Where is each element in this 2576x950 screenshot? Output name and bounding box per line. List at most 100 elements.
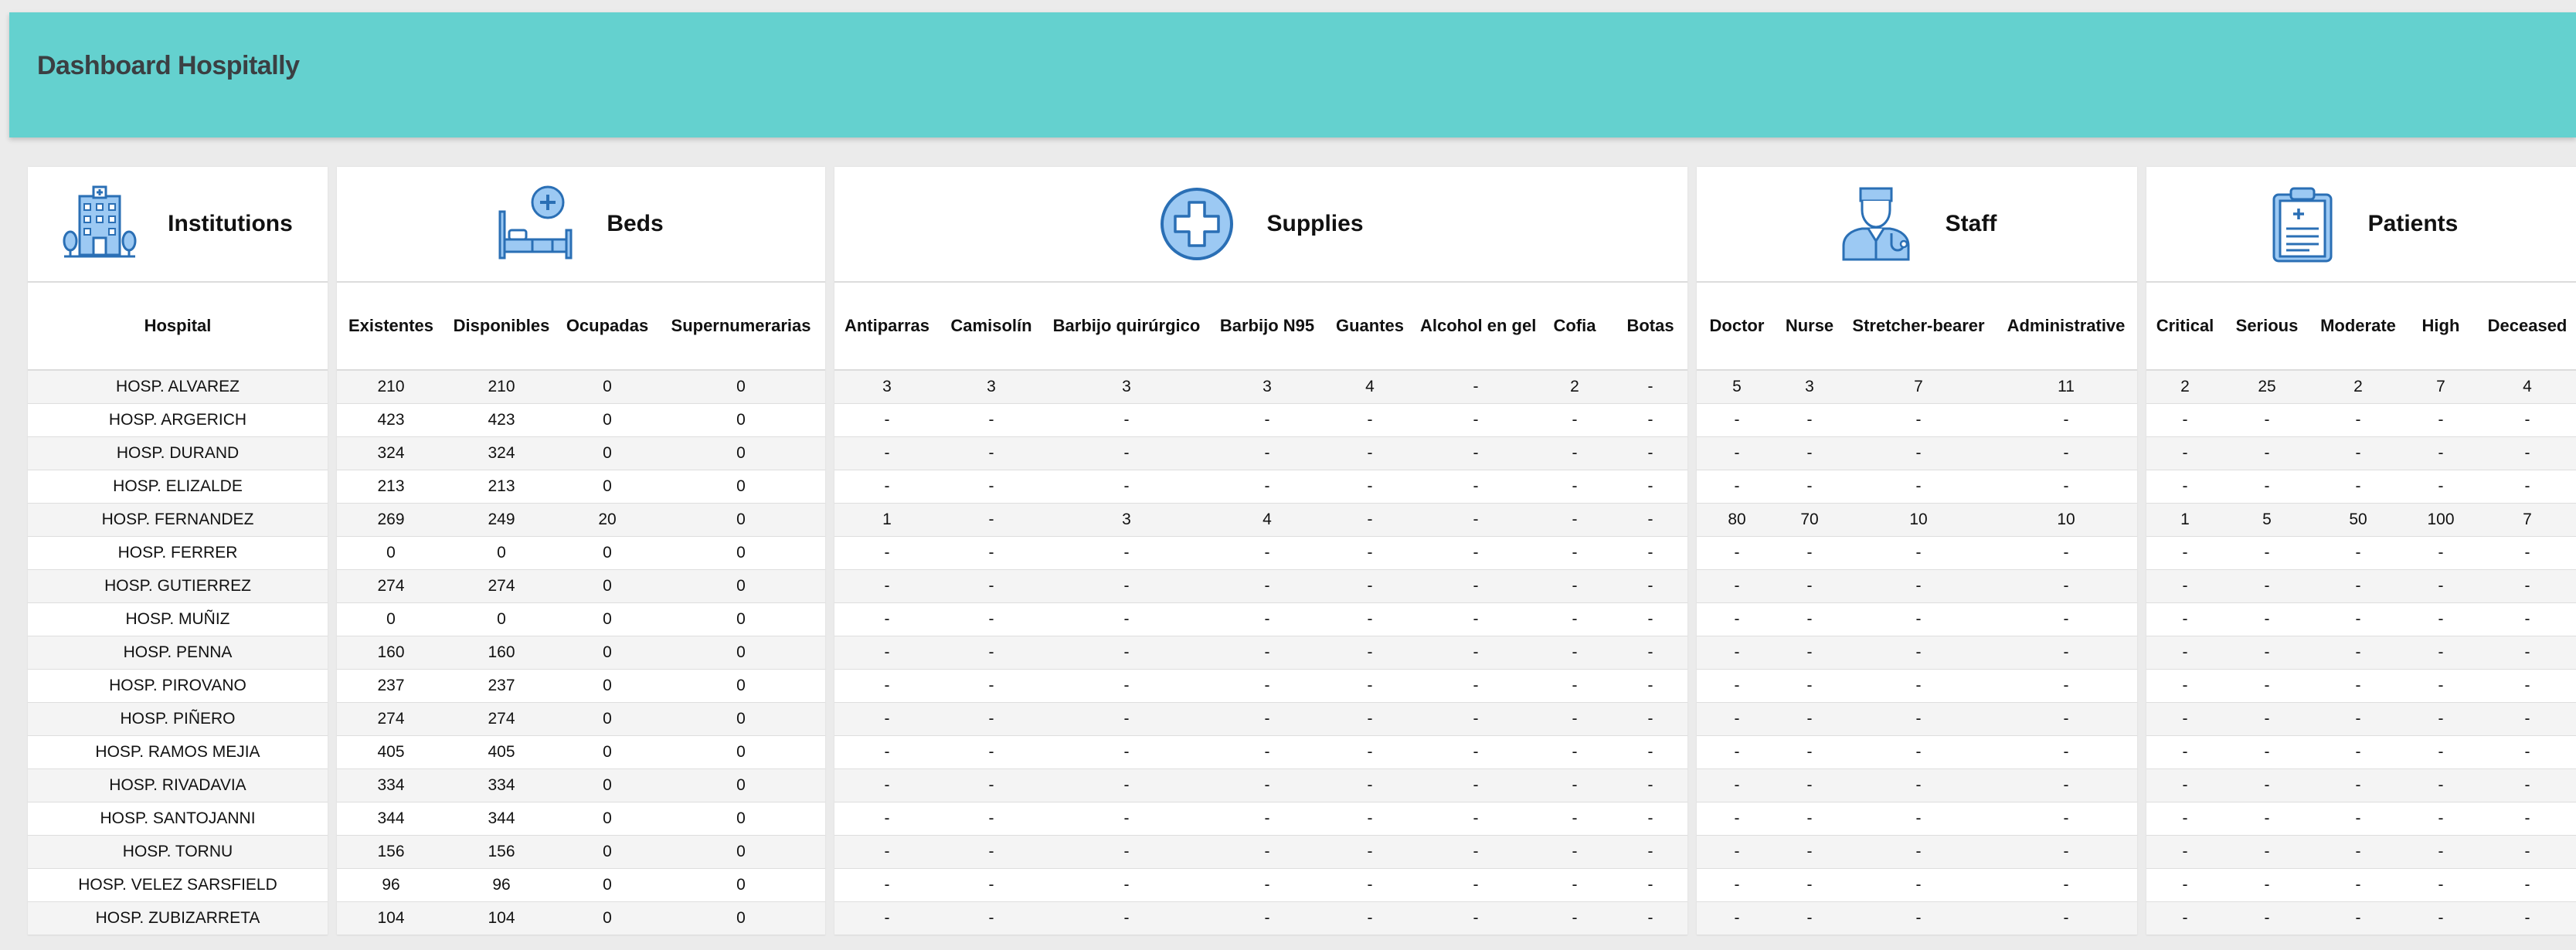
table-cell: -: [1613, 636, 1687, 670]
table-cell: -: [2406, 702, 2476, 736]
table-cell: -: [1995, 569, 2137, 603]
table-row: --------: [834, 868, 1687, 902]
table-cell: -: [2224, 436, 2310, 470]
column-header: Antiparras: [834, 283, 940, 371]
table-cell: -: [1777, 536, 1842, 570]
table-cell: -: [1613, 702, 1687, 736]
table-cell: 0: [657, 370, 825, 404]
table-cell: -: [1697, 470, 1777, 504]
patients-title: Patients: [2367, 211, 2459, 236]
table-row: HOSP. GUTIERREZ: [28, 569, 328, 603]
table-row: ----: [1697, 702, 2137, 736]
table-cell: -: [2146, 602, 2224, 636]
table-row: -----: [2146, 403, 2576, 437]
table-cell: 100: [2406, 503, 2476, 537]
table-cell: 0: [558, 569, 657, 603]
institutions-header: Institutions: [28, 167, 328, 283]
table-row: HOSP. SANTOJANNI: [28, 802, 328, 836]
table-cell: -: [940, 602, 1043, 636]
table-cell: 274: [337, 702, 445, 736]
table-cell: -: [2224, 835, 2310, 869]
table-cell: -: [1777, 901, 1842, 935]
table-row: -----: [2146, 802, 2576, 836]
table-cell: -: [1842, 669, 1995, 703]
table-cell: -: [1324, 669, 1415, 703]
table-cell: 0: [558, 702, 657, 736]
table-row: 324 324 0 0: [337, 436, 825, 470]
table-row: 274 274 0 0: [337, 702, 825, 736]
column-header: Deceased: [2476, 283, 2576, 371]
table-row: HOSP. FERRER: [28, 536, 328, 570]
table-cell: 423: [445, 403, 558, 437]
table-cell: -: [1415, 370, 1536, 404]
table-cell: 210: [337, 370, 445, 404]
table-cell: -: [1415, 602, 1536, 636]
supplies-panel: Supplies Antiparras Camisolín Barbijo quir…: [834, 167, 1687, 935]
table-cell: -: [2476, 868, 2576, 902]
table-row: 0000: [337, 602, 825, 636]
table-cell: -: [1210, 470, 1324, 504]
table-cell: -: [940, 569, 1043, 603]
table-cell: 0: [657, 403, 825, 437]
table-cell: 3: [1043, 503, 1210, 537]
table-cell: -: [1536, 503, 1613, 537]
beds-header: Beds: [337, 167, 825, 283]
table-cell: -: [1324, 470, 1415, 504]
table-cell: -: [1415, 503, 1536, 537]
column-header: Supernumerarias: [657, 283, 825, 371]
table-cell: HOSP. ELIZALDE: [28, 470, 328, 504]
table-cell: -: [1697, 636, 1777, 670]
table-cell: HOSP. MUÑIZ: [28, 602, 328, 636]
table-cell: 3: [940, 370, 1043, 404]
table-cell: -: [1697, 436, 1777, 470]
table-cell: 0: [558, 403, 657, 437]
table-cell: 0: [558, 868, 657, 902]
table-cell: 0: [337, 536, 445, 570]
table-cell: -: [2406, 436, 2476, 470]
table-row: HOSP. PENNA: [28, 636, 328, 670]
table-cell: -: [1842, 802, 1995, 836]
table-row: ----: [1697, 403, 2137, 437]
table-cell: -: [940, 802, 1043, 836]
table-row: HOSP. FERNANDEZ: [28, 503, 328, 537]
table-cell: HOSP. FERNANDEZ: [28, 503, 328, 537]
table-cell: -: [1043, 436, 1210, 470]
table-cell: -: [1415, 901, 1536, 935]
table-cell: 0: [657, 636, 825, 670]
table-cell: -: [1043, 702, 1210, 736]
table-cell: -: [1842, 868, 1995, 902]
table-row: -----: [2146, 569, 2576, 603]
table-cell: 344: [337, 802, 445, 836]
table-cell: -: [2224, 669, 2310, 703]
table-cell: -: [1777, 470, 1842, 504]
table-cell: -: [1536, 536, 1613, 570]
table-cell: 0: [657, 802, 825, 836]
table-row: --------: [834, 569, 1687, 603]
table-cell: -: [2476, 536, 2576, 570]
institutions-panel: Institutions Hospital HOSP. ALVAREZ HOSP.…: [28, 167, 328, 935]
table-cell: -: [1613, 569, 1687, 603]
table-cell: -: [940, 636, 1043, 670]
table-cell: 0: [558, 536, 657, 570]
table-cell: 0: [657, 436, 825, 470]
table-cell: -: [1842, 536, 1995, 570]
table-cell: -: [834, 669, 940, 703]
table-cell: -: [2146, 470, 2224, 504]
column-header: Stretcher-bearer: [1842, 283, 1995, 371]
column-header: High: [2406, 283, 2476, 371]
table-cell: -: [1995, 901, 2137, 935]
table-row: 80 70 10 10: [1697, 503, 2137, 537]
table-cell: 96: [337, 868, 445, 902]
table-row: 334 334 0 0: [337, 768, 825, 802]
table-row: 405 405 0 0: [337, 735, 825, 769]
table-cell: -: [2310, 569, 2406, 603]
table-cell: -: [2310, 536, 2406, 570]
table-cell: -: [2476, 768, 2576, 802]
table-cell: -: [2146, 636, 2224, 670]
institutions-title: Institutions: [168, 211, 293, 236]
supplies-header-row: Antiparras Camisolín Barbijo quirúrgico Bar…: [834, 283, 1687, 371]
table-row: -----: [2146, 636, 2576, 670]
table-cell: -: [1210, 901, 1324, 935]
table-cell: HOSP. ARGERICH: [28, 403, 328, 437]
table-cell: -: [1613, 503, 1687, 537]
